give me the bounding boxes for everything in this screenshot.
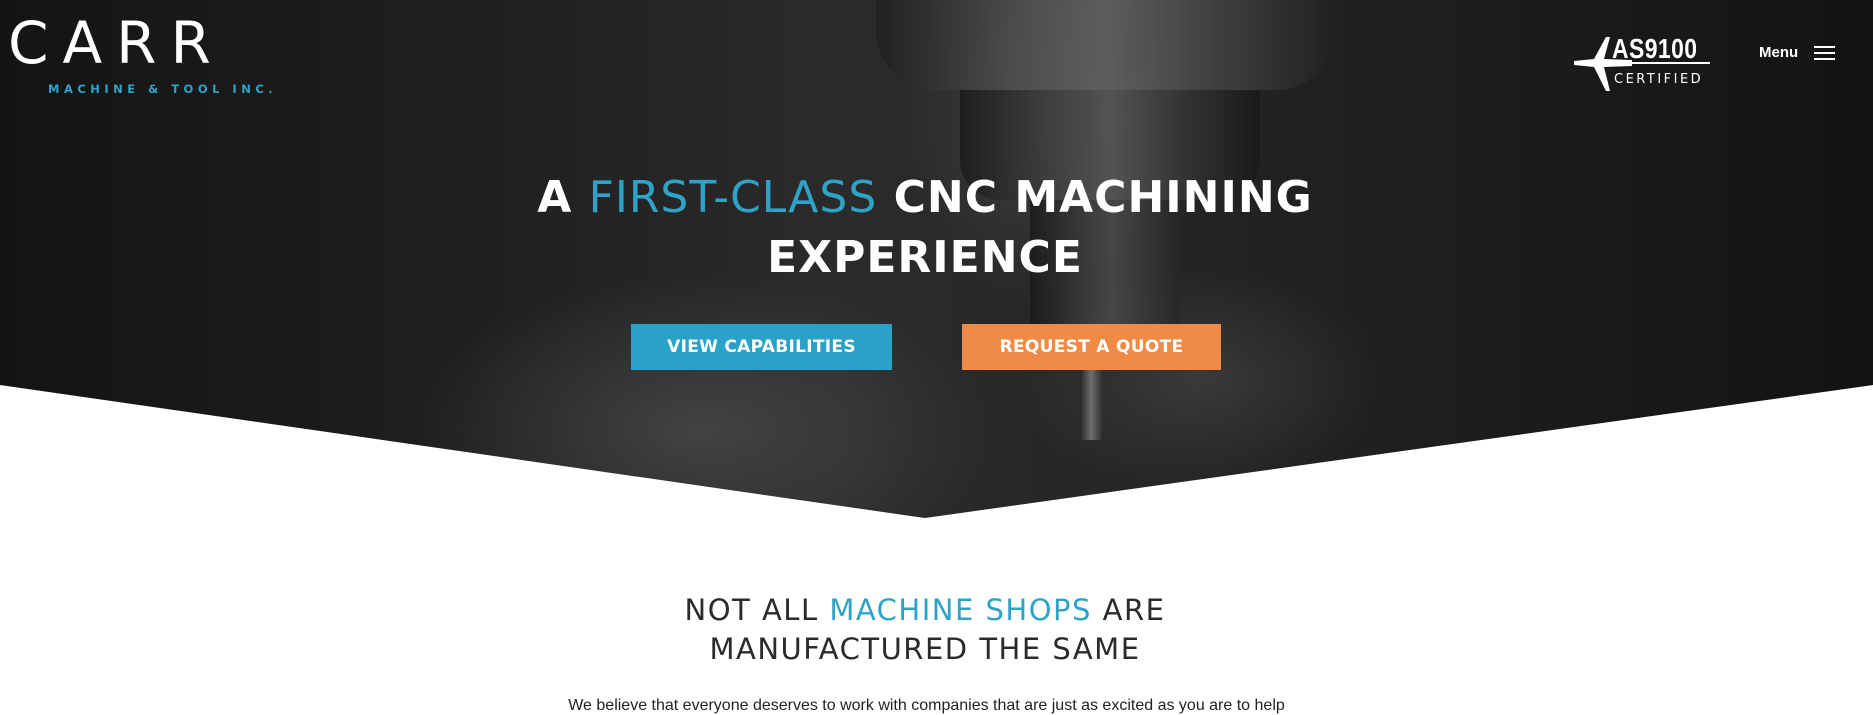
section-title-part2: ARE	[1091, 593, 1166, 627]
section-title-accent: MACHINE SHOPS	[829, 593, 1092, 627]
section-body-text: We believe that everyone deserves to wor…	[568, 697, 1285, 714]
cert-subtitle: CERTIFIED	[1614, 72, 1704, 87]
headline-accent: FIRST-CLASS	[588, 172, 878, 223]
headline-part1: A	[537, 172, 589, 223]
section-title-part1: NOT ALL	[684, 593, 830, 627]
cert-title: AS9100	[1612, 33, 1698, 64]
request-quote-button[interactable]: REQUEST A QUOTE	[962, 324, 1221, 370]
logo-wordmark: CARR	[8, 9, 225, 77]
menu-button[interactable]: Menu	[1759, 44, 1836, 61]
headline-line2: EXPERIENCE	[767, 232, 1083, 283]
site-logo[interactable]: CARR MACHINE & TOOL INC.	[8, 14, 277, 96]
as9100-certified-badge: AS9100 CERTIFIED	[1572, 33, 1712, 95]
section-title-line2: MANUFACTURED THE SAME	[709, 632, 1141, 666]
hamburger-icon	[1814, 45, 1836, 60]
headline-part2: CNC MACHINING	[877, 172, 1313, 223]
section-title: NOT ALL MACHINE SHOPS ARE MANUFACTURED T…	[0, 591, 1850, 669]
menu-label: Menu	[1759, 44, 1799, 61]
hero-headline: A FIRST-CLASS CNC MACHINING EXPERIENCE	[0, 168, 1850, 288]
logo-tagline: MACHINE & TOOL INC.	[48, 82, 278, 96]
view-capabilities-button[interactable]: VIEW CAPABILITIES	[631, 324, 892, 370]
